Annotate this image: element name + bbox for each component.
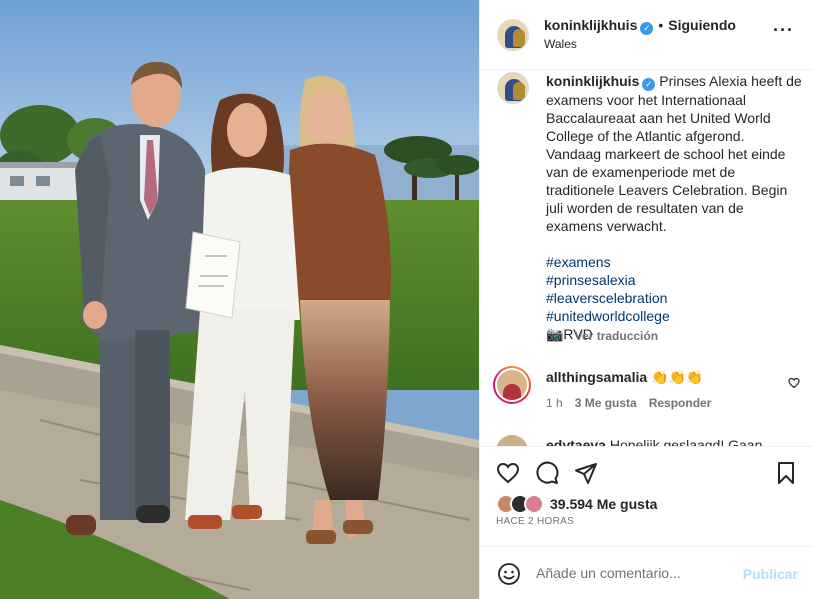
header-user-line: koninklijkhuis ✓ • Siguiendo: [544, 17, 736, 35]
emoji-icon[interactable]: [497, 562, 521, 586]
likes-count[interactable]: 39.594 Me gusta: [550, 496, 657, 512]
comment-text: Hopelijk geslaagd! Gaan: [609, 437, 763, 446]
caption-time[interactable]: 3 h: [546, 329, 563, 343]
commenter-avatar[interactable]: [493, 366, 531, 404]
heart-icon[interactable]: [496, 461, 520, 485]
photo-scene: [0, 0, 479, 599]
author-avatar[interactable]: [497, 19, 529, 51]
comment-text: 👏👏👏: [651, 369, 704, 385]
translate-link[interactable]: Ver traducción: [575, 329, 658, 343]
more-options-icon[interactable]: ···: [773, 21, 794, 39]
likes-row: 39.594 Me gusta: [496, 494, 657, 514]
comment-input[interactable]: [536, 565, 736, 581]
liker-avatar[interactable]: [524, 494, 544, 514]
post-caption: koninklijkhuis ✓ Prinses Alexia heeft de …: [546, 72, 802, 343]
comment-like-heart-icon[interactable]: [788, 377, 800, 389]
comment-username[interactable]: allthingsamalia: [546, 369, 647, 385]
hashtag-link[interactable]: #unitedworldcollege: [546, 307, 802, 325]
comment: allthingsamalia 👏👏👏: [546, 369, 703, 386]
share-icon[interactable]: [574, 461, 598, 485]
post-header: koninklijkhuis ✓ • Siguiendo Wales ···: [480, 0, 813, 70]
caption-text: Prinses Alexia heeft de examens voor het…: [546, 73, 802, 234]
hashtag-list: #examens #prinsesalexia #leaverscelebrat…: [546, 253, 802, 325]
hashtag-link[interactable]: #prinsesalexia: [546, 271, 802, 289]
hashtag-link[interactable]: #leaverscelebration: [546, 289, 802, 307]
post-photo[interactable]: [0, 0, 479, 599]
post-date[interactable]: HACE 2 HORAS: [496, 516, 574, 527]
caption-author-avatar[interactable]: [497, 72, 529, 104]
following-button[interactable]: Siguiendo: [668, 17, 736, 33]
bookmark-icon[interactable]: [774, 461, 798, 485]
post-location[interactable]: Wales: [544, 37, 577, 51]
comment: edytaeva Hopelijk geslaagd! Gaan: [546, 437, 762, 446]
commenter-avatar[interactable]: [496, 435, 528, 446]
verified-badge-icon: ✓: [640, 22, 654, 35]
reply-button[interactable]: Responder: [649, 396, 712, 410]
verified-badge-icon: ✓: [642, 78, 656, 91]
caption-meta: 3 h Ver traducción: [546, 329, 658, 343]
author-username[interactable]: koninklijkhuis: [544, 17, 637, 33]
add-comment-bar: Publicar: [480, 546, 813, 599]
comment-likes[interactable]: 3 Me gusta: [575, 396, 637, 410]
post-side-panel: koninklijkhuis ✓ • Siguiendo Wales ··· koni…: [479, 0, 813, 599]
comment-time[interactable]: 1 h: [546, 396, 563, 410]
hashtag-link[interactable]: #examens: [546, 253, 802, 271]
separator-dot: •: [658, 17, 664, 33]
comment-meta: 1 h 3 Me gusta Responder: [546, 396, 711, 410]
comments-section[interactable]: koninklijkhuis ✓ Prinses Alexia heeft de …: [480, 70, 813, 446]
comment-username[interactable]: edytaeva: [546, 437, 606, 446]
comment-icon[interactable]: [535, 461, 559, 485]
action-bar: 39.594 Me gusta HACE 2 HORAS: [480, 446, 813, 546]
instagram-post: koninklijkhuis ✓ • Siguiendo Wales ··· koni…: [0, 0, 813, 599]
publish-button[interactable]: Publicar: [743, 566, 798, 582]
caption-username[interactable]: koninklijkhuis: [546, 73, 639, 89]
